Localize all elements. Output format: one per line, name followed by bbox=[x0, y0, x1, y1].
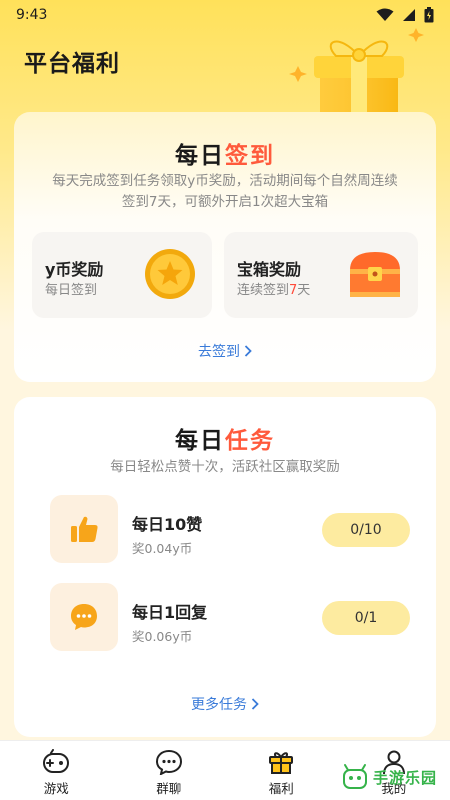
tab-games[interactable]: 游戏 bbox=[0, 741, 113, 800]
checkin-title-accent: 签到 bbox=[225, 143, 275, 169]
go-checkin-label: 去签到 bbox=[198, 344, 240, 360]
task-name: 每日1回复 bbox=[132, 603, 208, 622]
tab-group-chat[interactable]: 群聊 bbox=[113, 741, 226, 800]
gift-box-illustration bbox=[289, 28, 424, 120]
go-checkin-link[interactable]: 去签到 bbox=[14, 341, 436, 361]
task-reward: 奖0.06y币 bbox=[132, 629, 193, 644]
page-title: 平台福利 bbox=[24, 51, 120, 77]
treasure-chest-icon bbox=[350, 252, 400, 297]
tasks-description: 每日轻松点赞十次，活跃社区赢取奖励 bbox=[110, 459, 340, 475]
chest-reward-card[interactable]: 宝箱奖励 连续签到7天 bbox=[224, 232, 418, 318]
chevron-right-icon bbox=[244, 345, 252, 357]
checkin-desc-line2: 签到7天，可额外开启1次超大宝箱 bbox=[121, 194, 329, 210]
checkin-title: 每日签到 bbox=[14, 136, 436, 170]
task-name: 每日10赞 bbox=[132, 515, 203, 534]
chest-reward-title: 宝箱奖励 bbox=[237, 260, 302, 279]
tasks-title-prefix: 每日 bbox=[175, 428, 225, 454]
status-time: 9:43 bbox=[16, 7, 48, 23]
more-tasks-link[interactable]: 更多任务 bbox=[14, 694, 436, 714]
checkin-title-prefix: 每日 bbox=[175, 143, 225, 169]
chat-bubble-icon bbox=[71, 604, 97, 630]
coin-reward-subtitle: 每日签到 bbox=[45, 283, 98, 298]
tab-games-label: 游戏 bbox=[43, 781, 69, 796]
android-logo-icon bbox=[343, 764, 367, 789]
chest-subtitle-suffix: 天 bbox=[297, 283, 311, 298]
tab-welfare-label: 福利 bbox=[268, 781, 294, 796]
tasks-card: 每日任务 每日轻松点赞十次，活跃社区赢取奖励 每日10赞 奖0.04y币 0/1… bbox=[14, 397, 436, 737]
chevron-right-icon bbox=[251, 698, 259, 710]
checkin-card: 每日签到 每天完成签到任务领取y币奖励，活动期间每个自然周连续 签到7天，可额外… bbox=[14, 112, 436, 382]
tasks-title: 每日任务 bbox=[14, 421, 436, 455]
signal-icon bbox=[403, 9, 415, 21]
coin-reward-card[interactable]: y币奖励 每日签到 bbox=[32, 232, 212, 318]
task-icon-box bbox=[50, 583, 118, 651]
chest-subtitle-prefix: 连续签到 bbox=[237, 283, 290, 298]
tab-group-chat-label: 群聊 bbox=[156, 781, 182, 796]
task-progress-pill[interactable]: 0/1 bbox=[322, 601, 410, 635]
coin-reward-title: y币奖励 bbox=[45, 260, 104, 279]
more-tasks-label: 更多任务 bbox=[191, 697, 247, 713]
task-icon-box bbox=[50, 495, 118, 563]
thumbs-up-icon bbox=[71, 516, 98, 542]
task-item[interactable]: 每日1回复 奖0.06y币 0/1 bbox=[50, 583, 410, 653]
checkin-desc-line1: 每天完成签到任务领取y币奖励，活动期间每个自然周连续 bbox=[52, 173, 398, 189]
tasks-title-accent: 任务 bbox=[225, 428, 275, 454]
tab-welfare[interactable]: 福利 bbox=[225, 741, 338, 800]
battery-icon bbox=[424, 7, 434, 23]
coin-icon bbox=[145, 249, 195, 299]
chat-icon bbox=[155, 749, 182, 775]
wifi-icon bbox=[376, 8, 394, 21]
gift-icon bbox=[269, 752, 294, 774]
task-reward: 奖0.04y币 bbox=[132, 541, 193, 556]
task-item[interactable]: 每日10赞 奖0.04y币 0/10 bbox=[50, 495, 410, 565]
checkin-description: 每天完成签到任务领取y币奖励，活动期间每个自然周连续 签到7天，可额外开启1次超… bbox=[34, 171, 416, 213]
task-progress-pill[interactable]: 0/10 bbox=[322, 513, 410, 547]
watermark: 手游乐园 bbox=[340, 760, 444, 794]
gamepad-icon bbox=[43, 749, 70, 773]
status-icons bbox=[376, 7, 434, 23]
watermark-text: 手游乐园 bbox=[373, 768, 438, 787]
chest-reward-subtitle: 连续签到7天 bbox=[237, 279, 310, 298]
